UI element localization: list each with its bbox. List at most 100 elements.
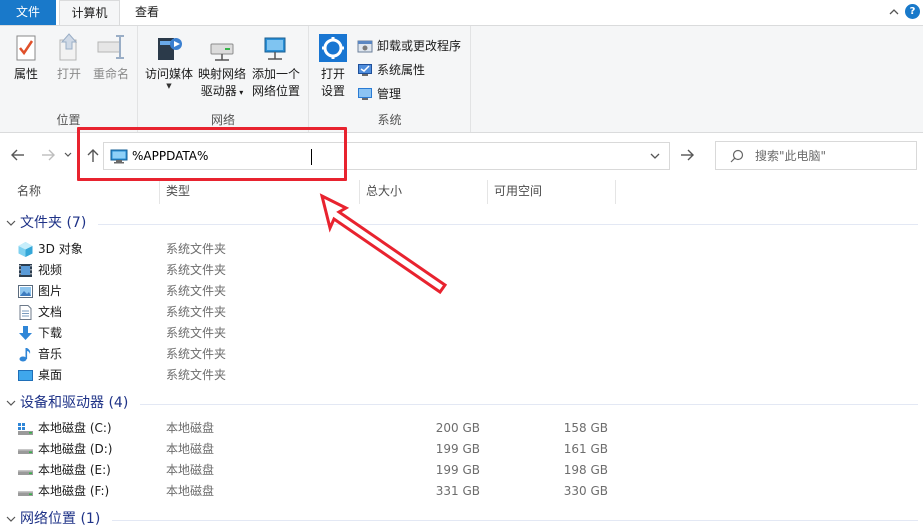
list-item[interactable]: 3D 对象 系统文件夹	[0, 239, 923, 260]
chevron-down-icon	[6, 220, 16, 226]
back-arrow-icon[interactable]	[10, 147, 26, 163]
column-separator[interactable]	[487, 180, 488, 204]
address-bar[interactable]: %APPDATA%	[103, 142, 670, 170]
access-media-dropdown-icon: ▼	[166, 82, 172, 90]
drive-free-space: 161 GB	[563, 442, 608, 456]
rename-button[interactable]: 重命名	[90, 32, 132, 83]
up-arrow-icon[interactable]	[85, 147, 101, 163]
group-title-folders: 文件夹 (7)	[20, 215, 87, 231]
drive-total-size: 331 GB	[435, 484, 480, 498]
system-properties-icon	[358, 64, 372, 76]
column-separator[interactable]	[615, 180, 616, 204]
group-divider	[98, 224, 918, 225]
group-header-network[interactable]: 网络位置 (1)	[6, 509, 100, 529]
tab-view[interactable]: 查看	[124, 0, 170, 25]
drive-total-size: 199 GB	[435, 463, 480, 477]
properties-label: 属性	[13, 67, 38, 81]
this-pc-icon	[110, 149, 128, 164]
group-divider	[112, 520, 918, 521]
drive-free-space: 158 GB	[563, 421, 608, 435]
search-box[interactable]	[715, 141, 917, 170]
uninstall-programs-button[interactable]: 卸载或更改程序	[357, 36, 461, 56]
forward-arrow-icon[interactable]	[40, 147, 56, 163]
address-dropdown-chevron-icon[interactable]	[649, 149, 661, 163]
group-label-location: 位置	[56, 113, 81, 127]
list-item[interactable]: 下载 系统文件夹	[0, 323, 923, 344]
list-item[interactable]: 桌面 系统文件夹	[0, 365, 923, 386]
list-item[interactable]: 图片 系统文件夹	[0, 281, 923, 302]
group-divider	[140, 404, 918, 405]
open-settings-button[interactable]: 打开 设置	[315, 32, 351, 100]
access-media-button[interactable]: 访问媒体 ▼	[144, 32, 194, 90]
item-type: 系统文件夹	[166, 368, 227, 382]
hard-drive-icon	[18, 449, 33, 454]
go-arrow-icon[interactable]	[679, 147, 695, 163]
uninstall-label: 卸载或更改程序	[377, 39, 462, 53]
drive-total-size: 199 GB	[435, 442, 480, 456]
table-row[interactable]: 本地磁盘 (D:) 本地磁盘 199 GB 161 GB	[0, 439, 923, 460]
system-properties-button[interactable]: 系统属性	[357, 60, 425, 80]
map-network-drive-button[interactable]: 映射网络 驱动器 ▾	[196, 32, 248, 101]
open-label: 打开	[56, 67, 81, 81]
ribbon: 属性 打开 重命名 位置 访问媒体 ▼ 映射网络 驱动器 ▾ 添加一个 网络位置…	[0, 25, 923, 133]
music-icon	[19, 348, 31, 362]
help-icon[interactable]: ?	[905, 4, 920, 19]
item-type: 系统文件夹	[166, 326, 227, 340]
documents-icon	[19, 305, 32, 320]
ribbon-tab-strip: 文件 计算机 查看 ?	[0, 0, 923, 26]
rename-icon	[97, 35, 124, 59]
address-input[interactable]: %APPDATA%	[130, 147, 210, 166]
column-header-type[interactable]: 类型	[166, 180, 190, 204]
drive-type: 本地磁盘	[166, 484, 215, 498]
column-separator[interactable]	[359, 180, 360, 204]
media-icon	[158, 38, 182, 60]
ribbon-group-network: 访问媒体 ▼ 映射网络 驱动器 ▾ 添加一个 网络位置 网络	[138, 26, 309, 132]
properties-icon	[16, 35, 36, 61]
item-name: 下载	[38, 326, 63, 340]
open-button[interactable]: 打开	[52, 32, 86, 83]
table-row[interactable]: 本地磁盘 (C:) 本地磁盘 200 GB 158 GB	[0, 418, 923, 439]
pictures-icon	[18, 285, 33, 298]
list-item[interactable]: 音乐 系统文件夹	[0, 344, 923, 365]
recent-locations-chevron-icon[interactable]	[63, 147, 73, 163]
add-network-location-button[interactable]: 添加一个 网络位置	[250, 32, 302, 100]
item-name: 音乐	[38, 347, 63, 361]
open-settings-line2: 设置	[320, 84, 345, 98]
column-header-name[interactable]: 名称	[17, 180, 41, 204]
item-type: 系统文件夹	[166, 305, 227, 319]
table-row[interactable]: 本地磁盘 (E:) 本地磁盘 199 GB 198 GB	[0, 460, 923, 481]
drive-name: 本地磁盘 (E:)	[38, 463, 111, 477]
list-item[interactable]: 文档 系统文件夹	[0, 302, 923, 323]
drive-type: 本地磁盘	[166, 421, 215, 435]
tab-computer[interactable]: 计算机	[59, 0, 120, 26]
hard-drive-icon	[18, 491, 33, 496]
hard-drive-icon	[18, 470, 33, 475]
open-settings-line1: 打开	[320, 67, 345, 81]
settings-gear-icon	[319, 34, 347, 62]
item-name: 视频	[38, 263, 63, 277]
item-type: 系统文件夹	[166, 284, 227, 298]
item-name: 文档	[38, 305, 63, 319]
group-header-drives[interactable]: 设备和驱动器 (4)	[6, 393, 128, 413]
group-title-network: 网络位置 (1)	[20, 511, 101, 527]
map-drive-line1: 映射网络	[197, 67, 246, 81]
ribbon-collapse-chevron-icon[interactable]	[887, 5, 901, 19]
search-input[interactable]	[755, 147, 905, 165]
drive-type: 本地磁盘	[166, 463, 215, 477]
list-item[interactable]: 视频 系统文件夹	[0, 260, 923, 281]
ribbon-group-location: 属性 打开 重命名 位置	[0, 26, 138, 132]
drive-type: 本地磁盘	[166, 442, 215, 456]
tab-file[interactable]: 文件	[0, 0, 56, 25]
group-header-folders[interactable]: 文件夹 (7)	[6, 213, 86, 233]
item-name: 图片	[38, 284, 63, 298]
column-header-free-space[interactable]: 可用空间	[494, 180, 542, 204]
column-header-total-size[interactable]: 总大小	[366, 180, 402, 204]
system-properties-label: 系统属性	[377, 63, 426, 77]
properties-button[interactable]: 属性	[8, 32, 44, 83]
item-type: 系统文件夹	[166, 242, 227, 256]
drive-total-size: 200 GB	[435, 421, 480, 435]
manage-button[interactable]: 管理	[357, 84, 401, 104]
column-separator[interactable]	[159, 180, 160, 204]
table-row[interactable]: 本地磁盘 (F:) 本地磁盘 331 GB 330 GB	[0, 481, 923, 502]
system-drive-icon	[18, 423, 33, 435]
